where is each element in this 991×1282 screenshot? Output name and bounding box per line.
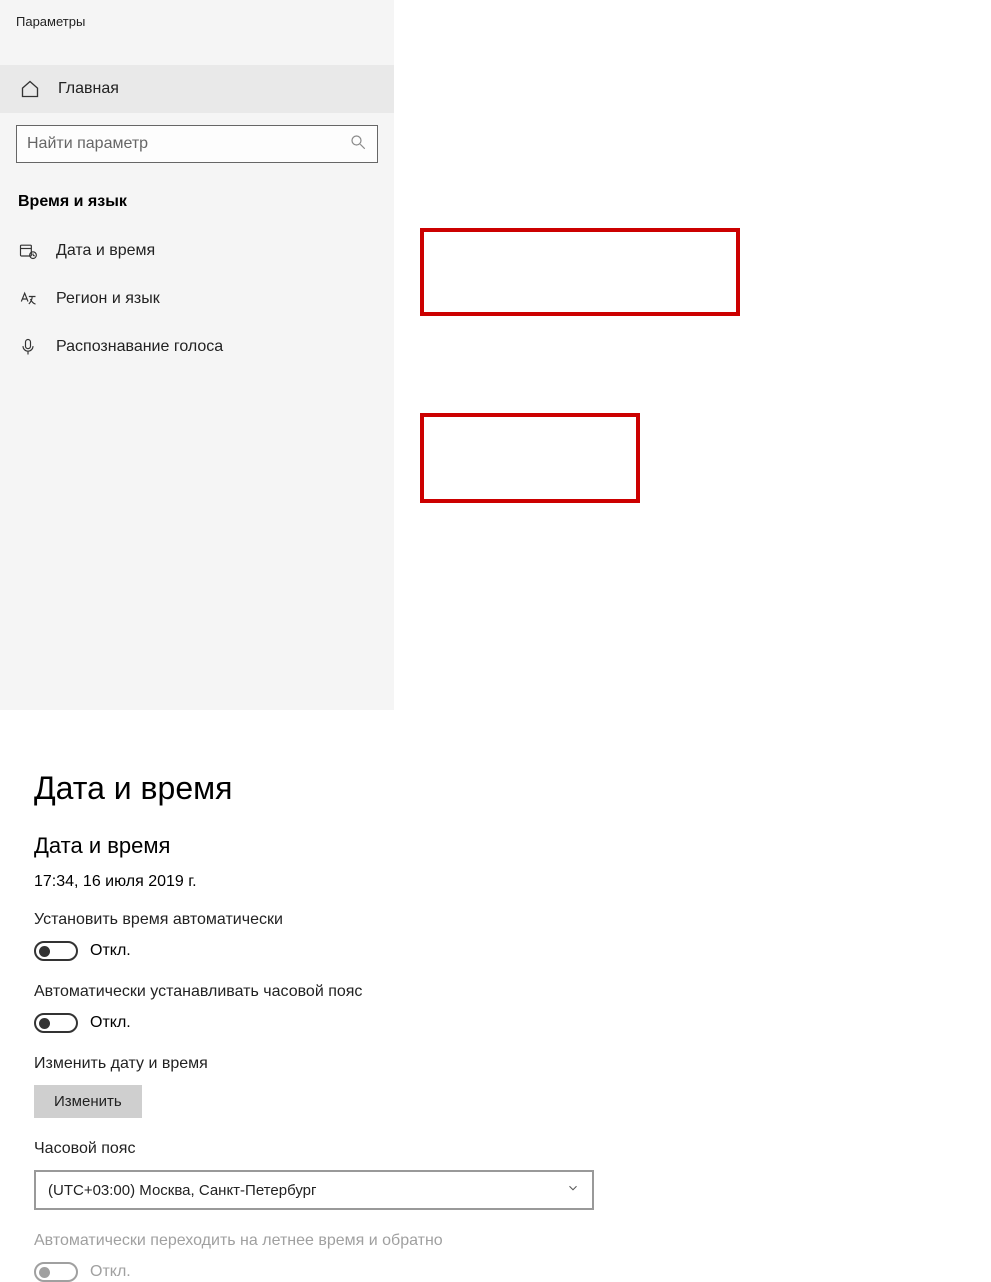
language-icon <box>18 289 38 309</box>
nav-home-label: Главная <box>58 80 119 98</box>
change-datetime-label: Изменить дату и время <box>34 1055 961 1073</box>
current-datetime: 17:34, 16 июля 2019 г. <box>34 873 961 891</box>
auto-tz-state: Откл. <box>90 1014 131 1032</box>
dst-toggle <box>34 1262 78 1282</box>
dst-toggle-row: Откл. <box>34 1262 961 1282</box>
auto-time-block: Установить время автоматически Откл. <box>34 911 961 961</box>
auto-tz-toggle-row: Откл. <box>34 1013 961 1033</box>
timezone-block: Часовой пояс (UTC+03:00) Москва, Санкт-П… <box>34 1140 961 1210</box>
app-title: Параметры <box>0 14 394 29</box>
search-icon <box>349 133 367 156</box>
annotation-highlight-1 <box>420 228 740 316</box>
auto-tz-block: Автоматически устанавливать часовой пояс… <box>34 983 961 1033</box>
search-box[interactable] <box>16 125 378 163</box>
chevron-down-icon <box>566 1181 580 1200</box>
nav-home[interactable]: Главная <box>0 65 394 113</box>
main-panel: Дата и время Дата и время 17:34, 16 июля… <box>0 710 991 1282</box>
search-input[interactable] <box>27 135 349 153</box>
annotation-highlight-2 <box>420 413 640 503</box>
sidebar-item-label: Регион и язык <box>56 290 160 308</box>
sidebar-item-region[interactable]: Регион и язык <box>0 275 394 323</box>
page-title: Дата и время <box>34 770 961 807</box>
dst-state: Откл. <box>90 1263 131 1281</box>
microphone-icon <box>18 337 38 357</box>
sidebar-item-speech[interactable]: Распознавание голоса <box>0 323 394 371</box>
auto-time-label: Установить время автоматически <box>34 911 961 929</box>
sidebar-item-label: Дата и время <box>56 242 155 260</box>
sidebar: Параметры Главная Время и язык <box>0 0 394 710</box>
timezone-dropdown[interactable]: (UTC+03:00) Москва, Санкт-Петербург <box>34 1170 594 1210</box>
section-title: Дата и время <box>34 833 961 859</box>
auto-time-toggle-row: Откл. <box>34 941 961 961</box>
auto-tz-toggle[interactable] <box>34 1013 78 1033</box>
search-wrap <box>16 125 378 163</box>
change-datetime-block: Изменить дату и время Изменить <box>34 1055 961 1118</box>
auto-time-toggle[interactable] <box>34 941 78 961</box>
auto-time-state: Откл. <box>90 942 131 960</box>
dst-block: Автоматически переходить на летнее время… <box>34 1232 961 1282</box>
dst-label: Автоматически переходить на летнее время… <box>34 1232 961 1250</box>
sidebar-item-label: Распознавание голоса <box>56 338 223 356</box>
sidebar-category: Время и язык <box>0 183 394 221</box>
home-icon <box>20 79 40 99</box>
settings-window: Параметры Главная Время и язык <box>0 0 991 710</box>
sidebar-item-datetime[interactable]: Дата и время <box>0 227 394 275</box>
change-button[interactable]: Изменить <box>34 1085 142 1118</box>
timezone-value: (UTC+03:00) Москва, Санкт-Петербург <box>48 1182 316 1199</box>
calendar-clock-icon <box>18 241 38 261</box>
timezone-label: Часовой пояс <box>34 1140 961 1158</box>
auto-tz-label: Автоматически устанавливать часовой пояс <box>34 983 961 1001</box>
